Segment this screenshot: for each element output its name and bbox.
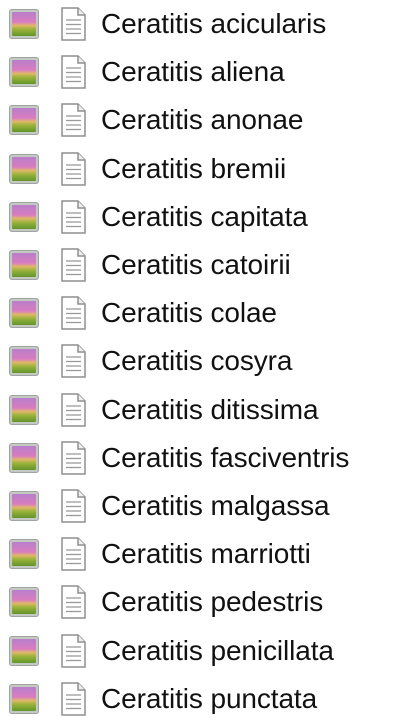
image-icon: [9, 587, 39, 618]
document-icon: [58, 585, 88, 620]
list-item[interactable]: Ceratitis punctata: [0, 675, 394, 723]
image-icon: [9, 57, 39, 88]
list-item[interactable]: Ceratitis penicillata: [0, 626, 394, 674]
document-icon: [58, 537, 88, 571]
document-icon: [58, 489, 88, 523]
list-item[interactable]: Ceratitis marriotti: [0, 530, 394, 578]
species-name-label: Ceratitis penicillata: [101, 634, 334, 666]
species-name-label: Ceratitis catoirii: [101, 249, 291, 281]
image-icon: [9, 635, 39, 666]
species-name-label: Ceratitis aliena: [101, 56, 285, 88]
document-icon: [58, 151, 88, 186]
image-icon: [9, 201, 39, 232]
list-item[interactable]: Ceratitis anonae: [0, 96, 394, 144]
list-item[interactable]: Ceratitis malgassa: [0, 482, 394, 530]
list-item[interactable]: Ceratitis pedestris: [0, 578, 394, 626]
species-name-label: Ceratitis marriotti: [101, 538, 311, 570]
species-name-label: Ceratitis anonae: [101, 104, 304, 136]
image-icon: [9, 442, 39, 473]
list-item[interactable]: Ceratitis aliena: [0, 48, 394, 96]
document-icon: [58, 103, 88, 138]
image-icon: [9, 346, 39, 377]
document-icon: [58, 296, 88, 330]
document-icon: [58, 681, 88, 716]
document-icon: [58, 441, 88, 475]
list-item[interactable]: Ceratitis fasciventris: [0, 434, 394, 482]
image-icon: [9, 683, 39, 714]
document-icon: [58, 392, 88, 427]
image-icon: [9, 9, 39, 40]
species-list: Ceratitis acicularis Ceratitis aliena Cera…: [0, 0, 394, 723]
list-item[interactable]: Ceratitis ditissima: [0, 386, 394, 434]
species-name-label: Ceratitis punctata: [101, 682, 318, 714]
document-icon: [58, 200, 88, 234]
species-name-label: Ceratitis ditissima: [101, 393, 319, 425]
species-name-label: Ceratitis fasciventris: [101, 441, 350, 473]
species-name-label: Ceratitis pedestris: [101, 586, 324, 618]
species-name-label: Ceratitis cosyra: [101, 345, 293, 377]
document-icon: [58, 7, 88, 41]
list-item[interactable]: Ceratitis bremii: [0, 145, 394, 193]
image-icon: [9, 105, 39, 136]
document-icon: [58, 248, 88, 282]
image-icon: [9, 539, 39, 570]
document-icon: [58, 344, 88, 379]
document-icon: [58, 55, 88, 90]
species-name-label: Ceratitis colae: [101, 297, 277, 329]
image-icon: [9, 153, 39, 184]
image-icon: [9, 250, 39, 281]
image-icon: [9, 490, 39, 521]
image-icon: [9, 298, 39, 329]
species-name-label: Ceratitis bremii: [101, 152, 287, 184]
list-item[interactable]: Ceratitis cosyra: [0, 337, 394, 385]
document-icon: [58, 633, 88, 668]
image-icon: [9, 394, 39, 425]
species-name-label: Ceratitis acicularis: [101, 8, 327, 40]
list-item[interactable]: Ceratitis catoirii: [0, 241, 394, 289]
list-item[interactable]: Ceratitis colae: [0, 289, 394, 337]
list-item[interactable]: Ceratitis capitata: [0, 193, 394, 241]
species-name-label: Ceratitis malgassa: [101, 489, 330, 521]
species-name-label: Ceratitis capitata: [101, 200, 308, 232]
list-item[interactable]: Ceratitis acicularis: [0, 0, 394, 48]
